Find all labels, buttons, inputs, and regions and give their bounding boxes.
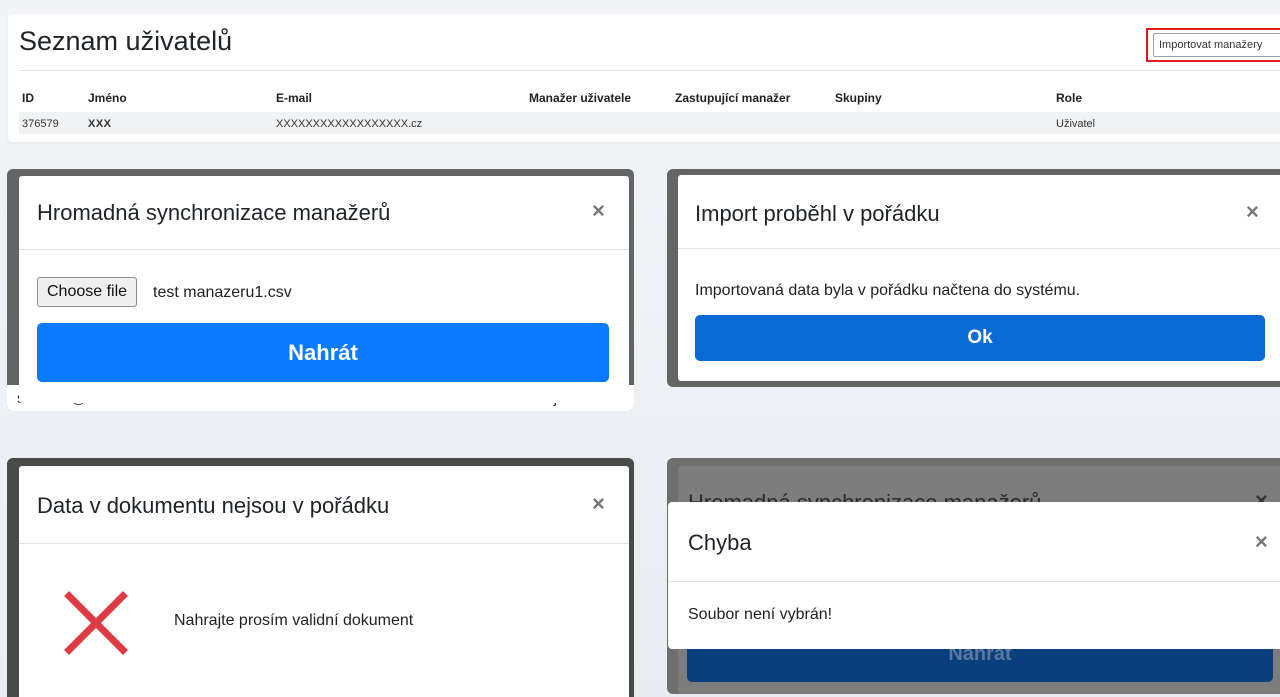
error-x-icon	[64, 591, 128, 655]
selected-file-name: test manazeru1.csv	[153, 284, 292, 301]
import-managers-button[interactable]: Importovat manažery	[1153, 33, 1280, 57]
choose-file-button[interactable]: Choose file	[37, 277, 138, 307]
upload-button[interactable]: Nahrát	[37, 323, 609, 382]
column-header-name[interactable]: Jméno	[88, 91, 127, 105]
screenshot-invalid-modal: Data v dokumentu nejsou v pořádku × Nahr…	[7, 458, 634, 697]
sync-modal: Hromadná synchronizace manažerů × Choose…	[19, 176, 629, 403]
screenshot-error-modal: Hromadná synchronizace manažerů × Nahrát…	[667, 458, 1280, 694]
cell-email: XXXXXXXXXXXXXXXXXX.cz	[276, 118, 423, 130]
cell-role: Uživatel	[1056, 118, 1096, 130]
close-icon[interactable]: ×	[592, 493, 605, 515]
cell-id: 376579	[22, 118, 59, 130]
error-message: Soubor není vybrán!	[688, 606, 833, 623]
column-header-deputy-manager[interactable]: Zastupující manažer	[675, 91, 790, 105]
modal-header: Import proběhl v pořádku ×	[678, 175, 1280, 249]
modal-title: Data v dokumentu nejsou v pořádku	[37, 493, 390, 518]
modal-header: Chyba ×	[668, 502, 1280, 582]
column-header-role[interactable]: Role	[1056, 91, 1082, 105]
column-header-groups[interactable]: Skupiny	[835, 91, 882, 105]
error-modal: Chyba × Soubor není vybrán!	[668, 502, 1280, 649]
column-header-manager[interactable]: Manažer uživatele	[529, 91, 631, 105]
screenshot-sync-modal: success@so-ve.cz maximálně jednou Hromad…	[7, 169, 634, 411]
ok-button[interactable]: Ok	[695, 315, 1265, 361]
cell-name: XXX	[88, 118, 112, 130]
invalid-message: Nahrajte prosím validní dokument	[174, 612, 414, 629]
close-icon[interactable]: ×	[1255, 531, 1268, 553]
close-icon[interactable]: ×	[1246, 201, 1259, 223]
column-header-email[interactable]: E-mail	[276, 91, 312, 105]
column-header-id[interactable]: ID	[22, 91, 34, 105]
modal-header: Data v dokumentu nejsou v pořádku ×	[19, 466, 629, 544]
list-divider	[19, 70, 1280, 71]
screenshot-success-modal: Import proběhl v pořádku × Importovaná d…	[667, 169, 1280, 387]
success-message: Importovaná data byla v pořádku načtena …	[695, 282, 1081, 299]
modal-header: Hromadná synchronizace manažerů ×	[19, 176, 629, 250]
close-icon[interactable]: ×	[592, 200, 605, 222]
invalid-data-modal: Data v dokumentu nejsou v pořádku × Nahr…	[19, 466, 629, 697]
page-title: Seznam uživatelů	[19, 26, 233, 56]
modal-title: Import proběhl v pořádku	[695, 201, 940, 226]
modal-title: Chyba	[688, 530, 752, 555]
import-button-highlight: Importovat manažery	[1146, 28, 1280, 62]
user-list-panel: Seznam uživatelů Importovat manažery ID …	[8, 14, 1280, 142]
success-modal: Import proběhl v pořádku × Importovaná d…	[678, 175, 1280, 381]
modal-title: Hromadná synchronizace manažerů	[37, 200, 391, 225]
